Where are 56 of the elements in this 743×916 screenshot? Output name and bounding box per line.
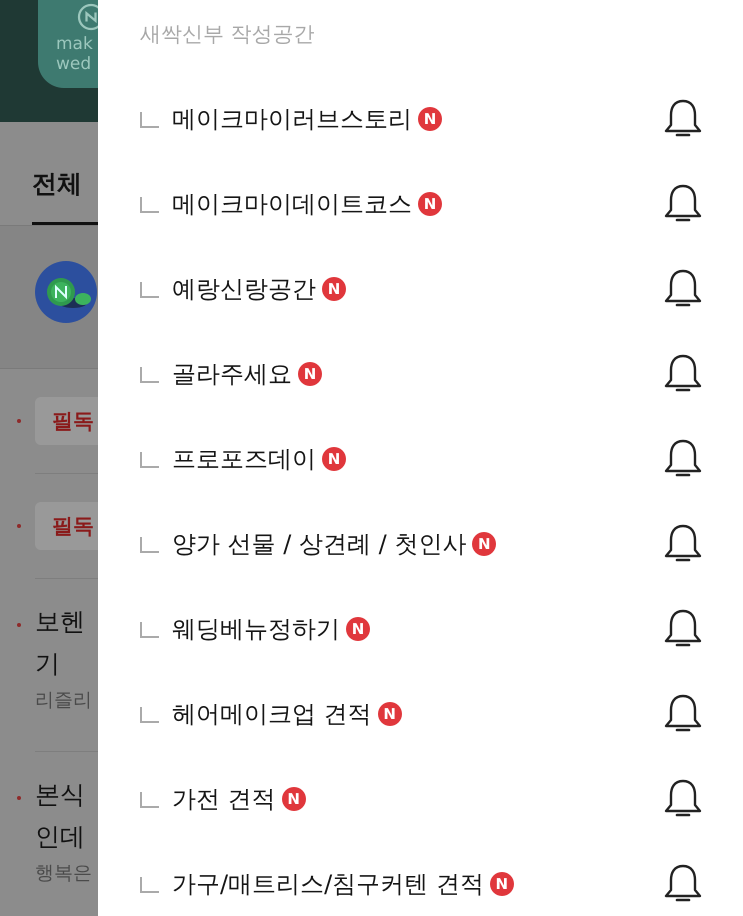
board-link[interactable]: 양가 선물 / 상견례 / 첫인사 (172, 528, 466, 560)
bullet-dot (17, 524, 21, 528)
coin-avatar-icon (35, 259, 97, 325)
indent-corner-icon (140, 282, 160, 298)
board-link[interactable]: 가구/매트리스/침구커텐 견적 (172, 868, 484, 900)
bell-icon[interactable] (663, 522, 703, 564)
logo-text: wed (56, 54, 92, 74)
indent-corner-icon (140, 536, 160, 552)
post-title[interactable]: 기 (35, 643, 98, 685)
new-badge: N (418, 192, 442, 216)
indent-corner-icon (140, 792, 160, 808)
board-link[interactable]: 골라주세요 (172, 358, 292, 390)
notice-tag: 필독 (35, 397, 98, 445)
indent-corner-icon (140, 452, 160, 468)
new-badge: N (298, 362, 322, 386)
new-badge: N (378, 702, 402, 726)
bell-icon[interactable] (663, 352, 703, 394)
bell-icon[interactable] (663, 182, 703, 224)
logo-text: mak (56, 34, 94, 54)
post-author: 리즐리 (35, 688, 93, 713)
new-badge: N (322, 276, 346, 300)
board-link[interactable]: 프로포즈데이 (172, 442, 316, 474)
indent-corner-icon (140, 366, 160, 382)
board-link[interactable]: 헤어메이크업 견적 (172, 698, 372, 730)
bullet-dot (17, 796, 21, 800)
bell-icon[interactable] (663, 862, 703, 904)
bullet-dot (17, 623, 21, 627)
notice-tag: 필독 (35, 502, 98, 550)
post-title[interactable]: 본식 (35, 774, 98, 816)
board-link[interactable]: 가전 견적 (172, 782, 276, 814)
indent-corner-icon (140, 196, 160, 212)
bell-icon[interactable] (663, 268, 703, 310)
post-author: 행복은 (35, 861, 93, 886)
bell-icon[interactable] (663, 98, 703, 140)
indent-corner-icon (140, 876, 160, 892)
new-badge: N (282, 786, 306, 810)
new-badge: N (346, 616, 370, 640)
post-title[interactable]: 보헨 (35, 601, 98, 643)
new-badge: N (490, 872, 514, 896)
post-title[interactable]: 인데 (35, 816, 98, 858)
indent-corner-icon (140, 112, 160, 128)
board-link[interactable]: 웨딩베뉴정하기 (172, 612, 340, 644)
board-link[interactable]: 메이크마이러브스토리 (172, 102, 412, 134)
bell-icon[interactable] (663, 692, 703, 734)
indent-corner-icon (140, 622, 160, 638)
bell-icon[interactable] (663, 608, 703, 650)
indent-corner-icon (140, 706, 160, 722)
new-badge: N (322, 446, 346, 470)
new-badge: N (418, 106, 442, 130)
new-badge: N (472, 532, 496, 556)
bell-icon[interactable] (663, 778, 703, 820)
section-title: 새싹신부 작성공간 (140, 21, 316, 48)
board-link[interactable]: 메이크마이데이트코스 (172, 188, 412, 220)
board-link[interactable]: 예랑신랑공간 (172, 272, 316, 304)
bullet-dot (17, 419, 21, 423)
bell-icon[interactable] (663, 438, 703, 480)
